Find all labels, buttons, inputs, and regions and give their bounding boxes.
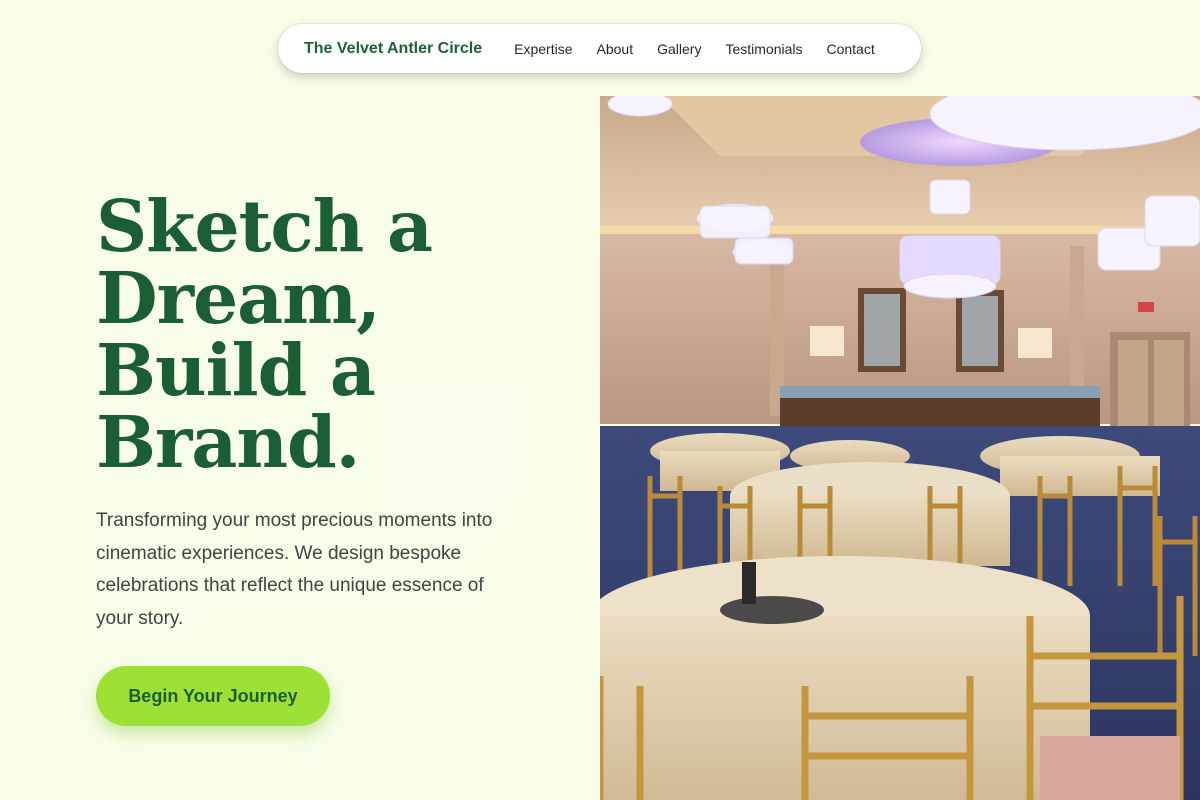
begin-journey-button[interactable]: Begin Your Journey (96, 666, 330, 726)
brand-logo[interactable]: The Velvet Antler Circle (304, 40, 482, 58)
top-nav: The Velvet Antler Circle Expertise About… (278, 24, 921, 73)
nav-link-about[interactable]: About (597, 41, 634, 57)
ballroom-photo (600, 96, 1200, 800)
nav-link-gallery[interactable]: Gallery (657, 41, 701, 57)
nav-link-contact[interactable]: Contact (826, 41, 874, 57)
nav-link-expertise[interactable]: Expertise (514, 41, 572, 57)
hero-headline: Sketch a Dream, Build a Brand. (96, 190, 556, 478)
headline-line: Sketch a (96, 184, 433, 268)
hero-subtext: Transforming your most precious moments … (96, 510, 493, 629)
headline-line: Dream, (96, 256, 381, 340)
headline-line: Brand. (96, 400, 360, 484)
headline-line: Build a (96, 328, 376, 412)
nav-link-testimonials[interactable]: Testimonials (725, 41, 802, 57)
